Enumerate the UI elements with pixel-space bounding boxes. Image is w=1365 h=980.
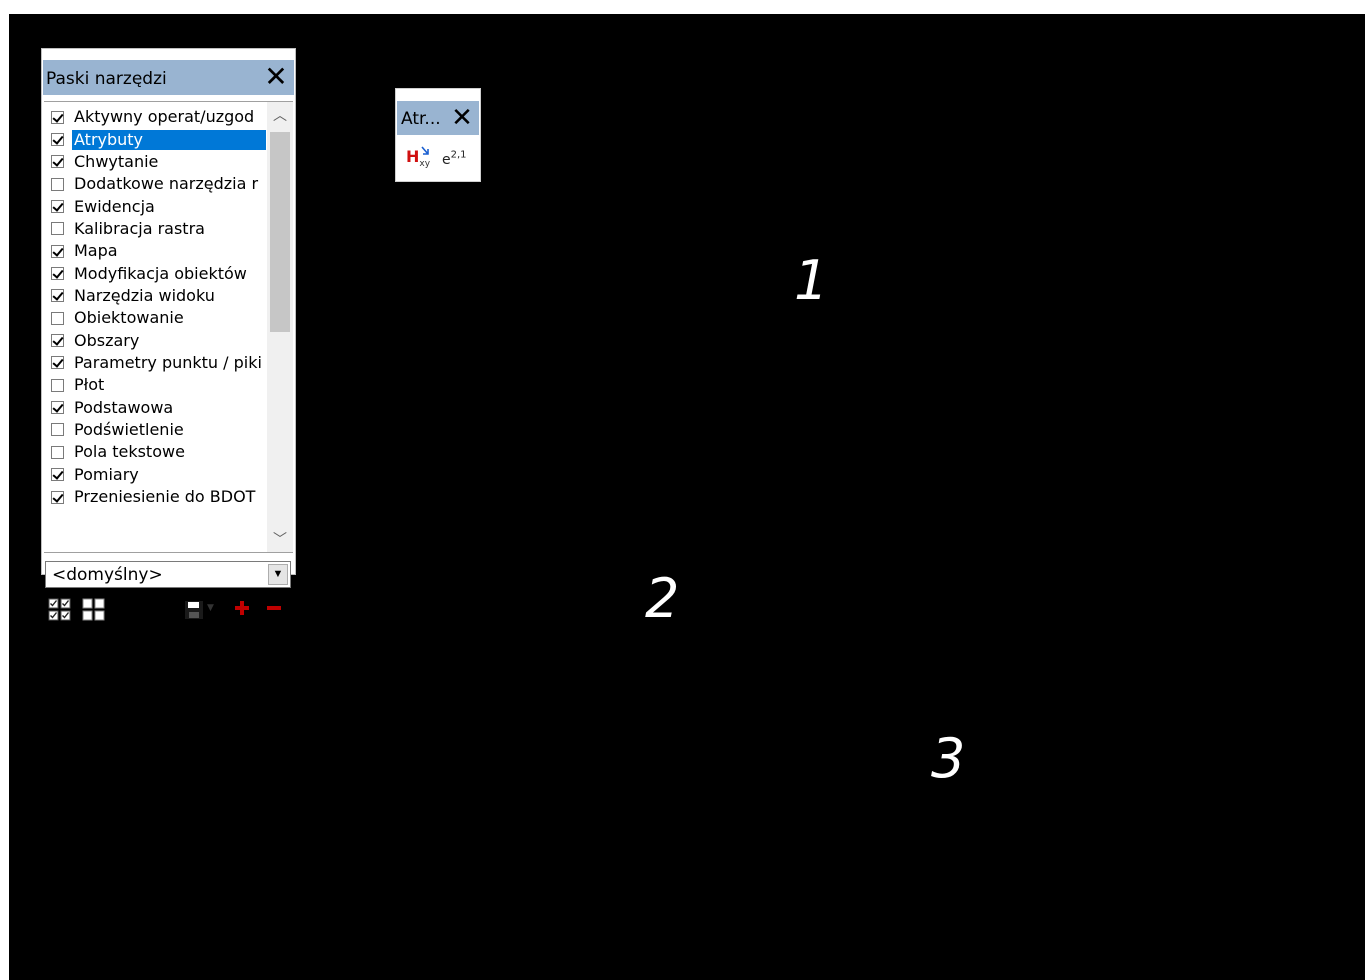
list-item[interactable]: Narzędzia widoku bbox=[44, 285, 266, 307]
list-item[interactable]: Pomiary bbox=[44, 464, 266, 486]
point-label-3: 3 bbox=[931, 727, 966, 790]
scroll-up-icon[interactable]: ︿ bbox=[267, 105, 293, 125]
toolbar-item-label: Aktywny operat/uzgod bbox=[74, 107, 255, 127]
exponent-tool-main: e bbox=[442, 152, 451, 168]
height-xy-tool-sub: xy bbox=[419, 159, 431, 170]
height-xy-tool-main: H bbox=[406, 147, 420, 166]
toolbars-panel-title: Paski narzędzi bbox=[46, 69, 167, 89]
remove-icon[interactable] bbox=[266, 600, 282, 616]
close-icon[interactable]: ✕ bbox=[447, 101, 477, 135]
toolbar-checkbox[interactable] bbox=[51, 289, 64, 303]
point-label-2: 2 bbox=[645, 567, 680, 630]
toolbars-panel: Paski narzędzi ✕ Aktywny operat/uzgod Atr… bbox=[41, 48, 296, 621]
toolbar-item-label: Atrybuty bbox=[72, 129, 266, 150]
toolbar-checkbox[interactable] bbox=[51, 378, 64, 392]
attributes-toolbar-titlebar[interactable]: Atr... ✕ bbox=[397, 101, 479, 135]
attributes-toolbar: Atr... ✕ Hxy e2,1 bbox=[395, 88, 481, 182]
list-item[interactable]: Chwytanie bbox=[44, 151, 266, 173]
uncheck-all-icon[interactable] bbox=[82, 598, 106, 622]
toolbar-item-label: Chwytanie bbox=[74, 151, 159, 171]
height-xy-tool-icon[interactable]: Hxy bbox=[406, 146, 438, 173]
save-icon[interactable] bbox=[184, 600, 204, 620]
toolbar-checkbox[interactable] bbox=[51, 222, 64, 236]
toolbar-checkbox[interactable] bbox=[51, 200, 64, 214]
list-item[interactable]: Ewidencja bbox=[44, 195, 266, 217]
toolbar-checkbox[interactable] bbox=[51, 267, 64, 281]
toolbar-item-label: Płot bbox=[74, 375, 105, 395]
list-item[interactable]: Atrybuty bbox=[44, 128, 266, 150]
toolbar-item-label: Podstawowa bbox=[74, 397, 174, 417]
toolbar-checkbox[interactable] bbox=[51, 401, 64, 415]
list-item[interactable]: Obiektowanie bbox=[44, 307, 266, 329]
toolbars-list[interactable]: Aktywny operat/uzgod Atrybuty Chwytanie Dod… bbox=[44, 101, 293, 553]
list-scrollbar[interactable]: ︿ ﹀ bbox=[267, 102, 293, 552]
toolbar-item-label: Dodatkowe narzędzia r bbox=[74, 174, 259, 194]
toolbar-checkbox[interactable] bbox=[51, 334, 64, 348]
list-item[interactable]: Parametry punktu / piki bbox=[44, 352, 266, 374]
list-item[interactable]: Modyfikacja obiektów bbox=[44, 262, 266, 284]
point-label-1: 1 bbox=[794, 249, 829, 312]
toolbar-item-label: Przeniesienie do BDOT bbox=[74, 487, 256, 507]
save-dropdown-icon[interactable]: ▼ bbox=[207, 603, 214, 613]
toolbar-checkbox[interactable] bbox=[51, 244, 64, 258]
toolbar-checkbox[interactable] bbox=[51, 356, 64, 370]
toolbar-checkbox[interactable] bbox=[51, 155, 64, 169]
list-item[interactable]: Pola tekstowe bbox=[44, 441, 266, 463]
toolbar-checkbox[interactable] bbox=[51, 423, 64, 437]
toolbar-item-label: Obiektowanie bbox=[74, 308, 184, 328]
toolbars-panel-titlebar[interactable]: Paski narzędzi ✕ bbox=[43, 60, 294, 95]
toolbar-checkbox[interactable] bbox=[51, 445, 64, 459]
toolbar-item-label: Modyfikacja obiektów bbox=[74, 263, 247, 283]
toolbars-list-items: Aktywny operat/uzgod Atrybuty Chwytanie Dod… bbox=[44, 106, 266, 508]
toolbar-checkbox[interactable] bbox=[51, 311, 64, 325]
toolbar-checkbox[interactable] bbox=[51, 133, 64, 147]
add-icon[interactable] bbox=[234, 600, 250, 616]
toolbar-item-label: Pomiary bbox=[74, 464, 139, 484]
toolbar-checkbox[interactable] bbox=[51, 110, 64, 124]
toolbar-item-label: Obszary bbox=[74, 330, 140, 350]
panel-bottom-toolbar: ▼ bbox=[42, 546, 295, 621]
list-item[interactable]: Mapa bbox=[44, 240, 266, 262]
toolbar-checkbox[interactable] bbox=[51, 468, 64, 482]
scroll-thumb[interactable] bbox=[270, 132, 290, 332]
exponent-tool-icon[interactable]: e2,1 bbox=[442, 149, 467, 168]
toolbar-item-label: Podświetlenie bbox=[74, 419, 184, 439]
list-item[interactable]: Aktywny operat/uzgod bbox=[44, 106, 266, 128]
attributes-toolbar-title: Atr... bbox=[401, 109, 441, 129]
toolbar-item-label: Ewidencja bbox=[74, 196, 155, 216]
list-item[interactable]: Kalibracja rastra bbox=[44, 218, 266, 240]
check-all-icon[interactable] bbox=[48, 598, 72, 622]
toolbar-item-label: Pola tekstowe bbox=[74, 442, 185, 462]
exponent-tool-sup: 2,1 bbox=[450, 149, 467, 161]
list-item[interactable]: Dodatkowe narzędzia r bbox=[44, 173, 266, 195]
toolbar-checkbox[interactable] bbox=[51, 177, 64, 191]
list-item[interactable]: Podstawowa bbox=[44, 396, 266, 418]
list-item[interactable]: Obszary bbox=[44, 329, 266, 351]
list-item[interactable]: Podświetlenie bbox=[44, 419, 266, 441]
toolbar-checkbox[interactable] bbox=[51, 490, 64, 504]
close-icon[interactable]: ✕ bbox=[260, 61, 292, 93]
list-item[interactable]: Płot bbox=[44, 374, 266, 396]
toolbar-item-label: Kalibracja rastra bbox=[74, 218, 205, 238]
toolbar-item-label: Parametry punktu / piki bbox=[74, 352, 262, 372]
list-item[interactable]: Przeniesienie do BDOT bbox=[44, 486, 266, 508]
toolbar-item-label: Narzędzia widoku bbox=[74, 285, 215, 305]
toolbar-item-label: Mapa bbox=[74, 241, 118, 261]
